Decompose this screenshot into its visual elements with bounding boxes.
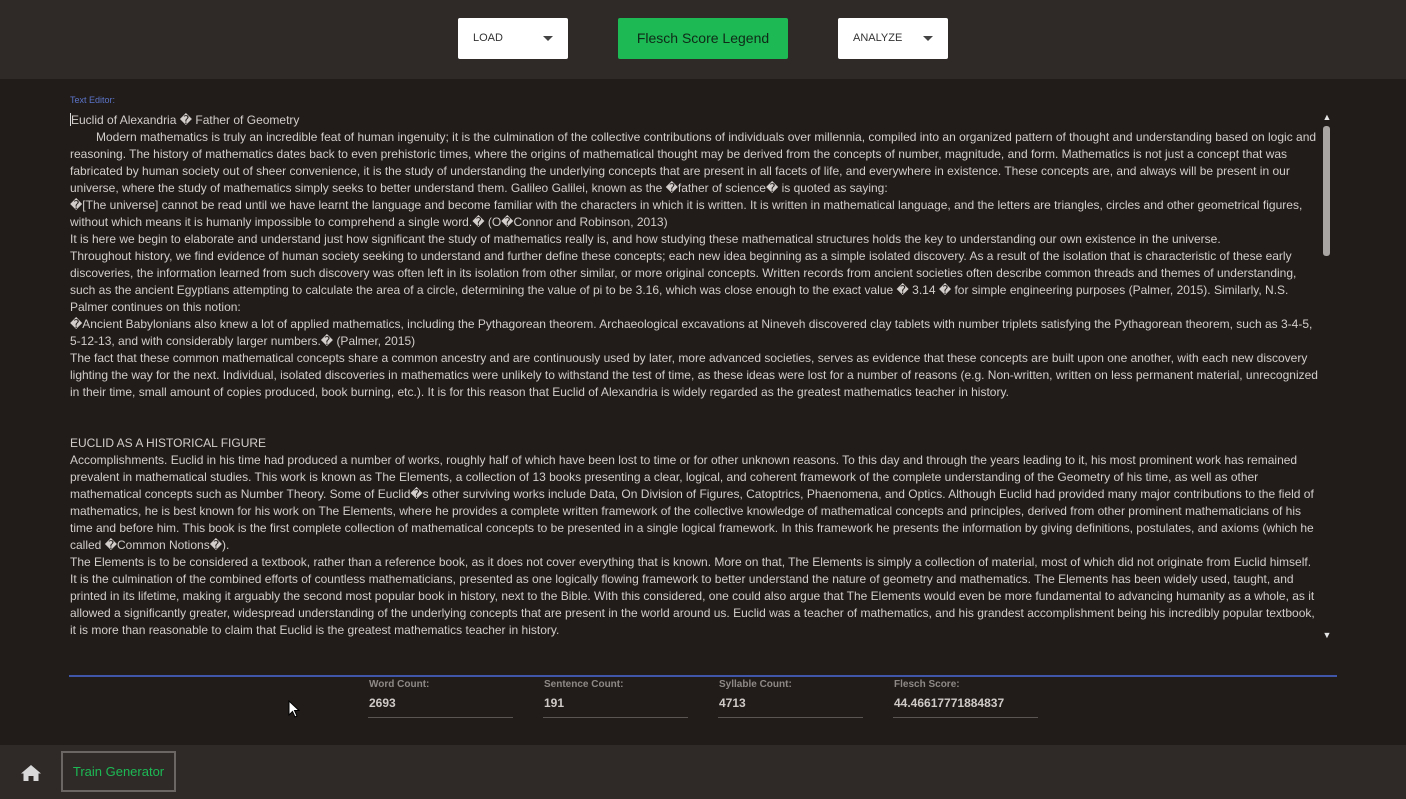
flesch-score-field: Flesch Score: 44.46617771884837 <box>893 679 1038 718</box>
word-count-value: 2693 <box>369 696 396 710</box>
editor-paragraph: Throughout history, we find evidence of … <box>70 249 1297 314</box>
sentence-count-field: Sentence Count: 191 <box>543 679 688 718</box>
syllable-count-field: Syllable Count: 4713 <box>718 679 863 718</box>
syllable-count-value: 4713 <box>719 696 746 710</box>
editor-paragraph: �Ancient Babylonians also knew a lot of … <box>70 317 1313 348</box>
top-toolbar: LOAD Flesch Score Legend ANALYZE <box>0 0 1406 79</box>
text-editor[interactable]: Euclid of Alexandria � Father of Geometr… <box>70 112 1318 642</box>
analyze-dropdown[interactable]: ANALYZE <box>838 18 948 59</box>
flesch-score-value: 44.46617771884837 <box>894 696 1005 710</box>
editor-paragraph: EUCLID AS A HISTORICAL FIGURE <box>70 436 267 450</box>
scrollbar-thumb[interactable] <box>1323 126 1330 256</box>
sentence-count-label: Sentence Count: <box>544 679 624 690</box>
text-editor-label: Text Editor: <box>70 95 116 105</box>
editor-paragraph: It is here we begin to elaborate and und… <box>70 232 1221 246</box>
load-dropdown-label: LOAD <box>473 32 503 44</box>
train-generator-button[interactable]: Train Generator <box>61 751 176 792</box>
word-count-label: Word Count: <box>369 679 430 690</box>
syllable-count-label: Syllable Count: <box>719 679 792 690</box>
text-caret <box>70 113 71 126</box>
editor-paragraph: Accomplishments. Euclid in his time had … <box>70 453 1314 552</box>
arrow-up-icon[interactable]: ▲ <box>1320 112 1334 122</box>
editor-paragraph: The Elements is to be considered a textb… <box>70 555 1315 637</box>
editor-paragraph: Euclid of Alexandria � Father of Geometr… <box>70 113 300 127</box>
mouse-pointer-icon <box>288 700 300 718</box>
word-count-field: Word Count: 2693 <box>368 679 513 718</box>
editor-blank-line <box>70 401 1318 435</box>
arrow-down-icon[interactable]: ▼ <box>1320 630 1334 640</box>
editor-paragraph: Modern mathematics is truly an incredibl… <box>70 130 1317 195</box>
bottom-bar: Train Generator <box>0 745 1406 799</box>
flesch-score-label: Flesch Score: <box>894 679 960 690</box>
load-dropdown[interactable]: LOAD <box>458 18 568 59</box>
editor-paragraph: �[The universe] cannot be read until we … <box>70 198 1303 229</box>
editor-scrollbar[interactable]: ▲ ▼ <box>1320 112 1334 642</box>
analyze-dropdown-label: ANALYZE <box>853 32 903 44</box>
sentence-count-value: 191 <box>544 696 565 710</box>
caret-down-icon <box>923 36 933 41</box>
flesch-legend-button[interactable]: Flesch Score Legend <box>618 18 788 59</box>
stats-divider <box>69 675 1337 677</box>
home-icon[interactable] <box>20 764 42 782</box>
caret-down-icon <box>543 36 553 41</box>
editor-paragraph: The fact that these common mathematical … <box>70 351 1318 399</box>
